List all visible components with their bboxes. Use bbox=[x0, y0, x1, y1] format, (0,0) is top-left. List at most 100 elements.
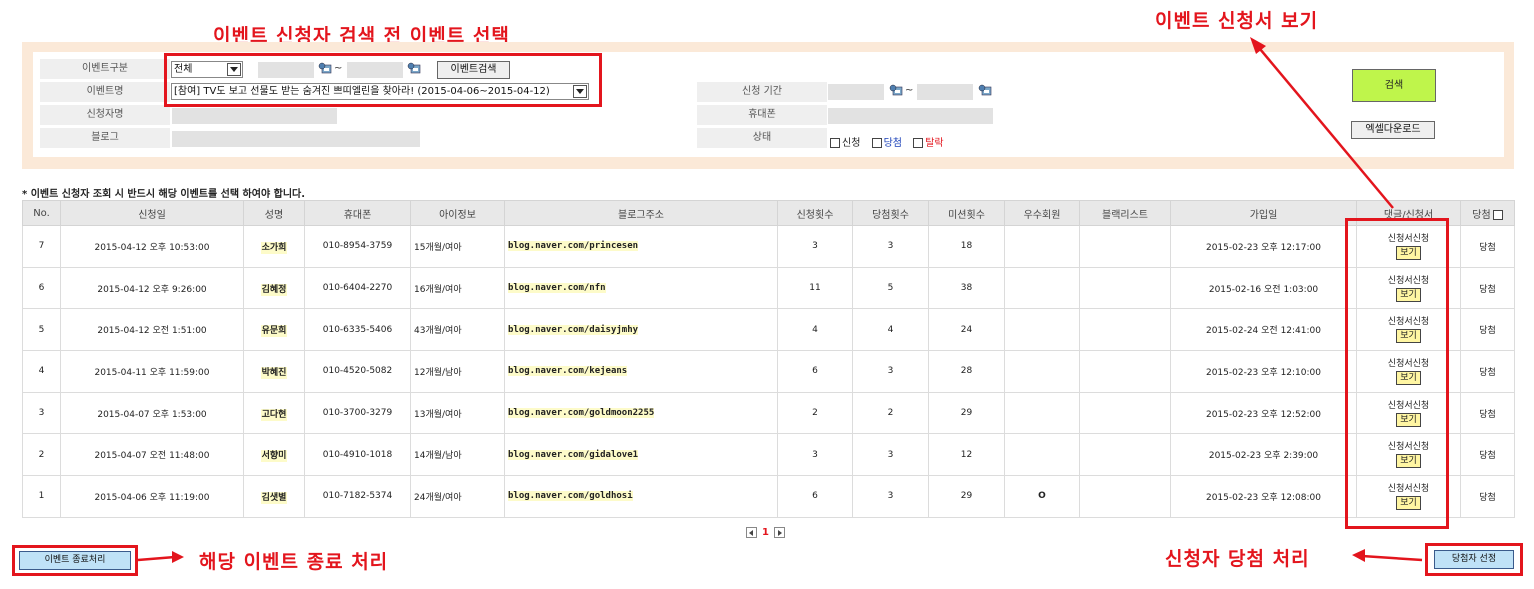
cell-no: 3 bbox=[22, 391, 61, 435]
col-header-phone: 휴대폰 bbox=[304, 200, 411, 226]
cell-blacklist bbox=[1079, 308, 1171, 352]
calendar-icon[interactable] bbox=[889, 84, 903, 96]
status-fail-text: 탈락 bbox=[925, 138, 944, 149]
applicant-name[interactable]: 김혜정 bbox=[260, 283, 288, 296]
table-header-row: No. 신청일 성명 휴대폰 아이정보 블로그주소 신청횟수 당첨횟수 미션횟수… bbox=[22, 200, 1515, 226]
cell-blog[interactable]: blog.naver.com/daisyjmhy bbox=[504, 308, 778, 352]
table-row: 3 2015-04-07 오후 1:53:00 고다현 010-3700-327… bbox=[22, 391, 1515, 435]
blog-link[interactable]: blog.naver.com/goldhosi bbox=[508, 491, 633, 502]
select-all-winner-checkbox[interactable] bbox=[1492, 209, 1503, 220]
phone-input[interactable] bbox=[828, 108, 993, 124]
cell-vip bbox=[1004, 266, 1080, 310]
cell-blog[interactable]: blog.naver.com/princesen bbox=[504, 225, 778, 268]
table-row: 5 2015-04-12 오전 1:51:00 유문희 010-6335-540… bbox=[22, 308, 1515, 352]
cell-child: 15개월/여아 bbox=[410, 225, 505, 268]
applicant-name[interactable]: 유문희 bbox=[260, 325, 288, 338]
status-apply-text: 신청 bbox=[842, 138, 861, 149]
cell-mission-count: 12 bbox=[928, 433, 1005, 477]
annotation-box-event-select bbox=[164, 53, 602, 107]
cell-blog[interactable]: blog.naver.com/gidalove1 bbox=[504, 433, 778, 477]
cell-phone: 010-4910-1018 bbox=[304, 433, 411, 477]
status-option-apply[interactable]: 신청 bbox=[830, 138, 860, 149]
cell-blacklist bbox=[1079, 433, 1171, 477]
applicant-name-input[interactable] bbox=[172, 108, 337, 124]
cell-vip bbox=[1004, 308, 1080, 352]
blog-link[interactable]: blog.naver.com/princesen bbox=[508, 241, 639, 252]
cell-name[interactable]: 서향미 bbox=[243, 433, 305, 477]
cell-no: 7 bbox=[22, 225, 61, 268]
cell-vip bbox=[1004, 350, 1080, 393]
arrow-to-select-winner bbox=[1352, 549, 1423, 562]
col-header-apply-count: 신청횟수 bbox=[777, 200, 853, 226]
cell-name[interactable]: 소가희 bbox=[243, 225, 305, 268]
prev-page-icon[interactable] bbox=[746, 527, 757, 538]
status-win-checkbox[interactable] bbox=[871, 138, 882, 148]
phone-label: 휴대폰 bbox=[697, 105, 827, 125]
cell-blog[interactable]: blog.naver.com/kejeans bbox=[504, 350, 778, 393]
search-button[interactable]: 검색 bbox=[1352, 69, 1436, 102]
cell-blog[interactable]: blog.naver.com/nfn bbox=[504, 266, 778, 310]
status-label: 상태 bbox=[697, 128, 827, 148]
next-page-icon[interactable] bbox=[773, 527, 785, 538]
blog-link[interactable]: blog.naver.com/goldmoon2255 bbox=[508, 408, 655, 419]
cell-win-count: 3 bbox=[852, 475, 929, 518]
applicant-name[interactable]: 소가희 bbox=[260, 241, 288, 254]
blog-link[interactable]: blog.naver.com/gidalove1 bbox=[508, 449, 639, 460]
cell-date: 2015-04-06 오후 11:19:00 bbox=[60, 475, 244, 518]
cell-name[interactable]: 김샛별 bbox=[243, 475, 305, 518]
select-winner-button[interactable]: 당첨자 선정 bbox=[1434, 550, 1514, 569]
page-number-current[interactable]: 1 bbox=[762, 527, 769, 538]
cell-blog[interactable]: blog.naver.com/goldmoon2255 bbox=[504, 391, 778, 435]
cell-blacklist bbox=[1079, 225, 1171, 268]
status-fail-checkbox[interactable] bbox=[913, 138, 924, 148]
apply-date-start-input[interactable] bbox=[828, 84, 884, 100]
cell-name[interactable]: 유문희 bbox=[243, 308, 305, 352]
event-name-label: 이벤트명 bbox=[40, 82, 170, 102]
cell-child: 16개월/여아 bbox=[410, 266, 505, 310]
status-option-win[interactable]: 당첨 bbox=[871, 138, 902, 149]
cell-date: 2015-04-12 오후 10:53:00 bbox=[60, 225, 244, 268]
cell-join-date: 2015-02-23 오후 12:08:00 bbox=[1170, 475, 1357, 518]
applicant-name[interactable]: 고다현 bbox=[260, 408, 288, 421]
blog-link[interactable]: blog.naver.com/nfn bbox=[508, 283, 606, 294]
cell-blog[interactable]: blog.naver.com/goldhosi bbox=[504, 475, 778, 518]
col-header-winner: 당첨 bbox=[1460, 200, 1515, 226]
cell-name[interactable]: 고다현 bbox=[243, 391, 305, 435]
notice-text: * 이벤트 신청자 조회 시 반드시 해당 이벤트를 선택 하여야 합니다. bbox=[22, 189, 306, 200]
cell-apply-count: 11 bbox=[777, 266, 853, 310]
cell-mission-count: 18 bbox=[928, 225, 1005, 268]
cell-name[interactable]: 박혜진 bbox=[243, 350, 305, 393]
status-apply-checkbox[interactable] bbox=[830, 138, 840, 148]
cell-date: 2015-04-07 오후 1:53:00 bbox=[60, 391, 244, 435]
cell-apply-count: 2 bbox=[777, 391, 853, 435]
cell-result: 당첨 bbox=[1460, 225, 1515, 268]
cell-join-date: 2015-02-24 오전 12:41:00 bbox=[1170, 308, 1357, 352]
cell-vip bbox=[1004, 225, 1080, 268]
end-event-button[interactable]: 이벤트 종료처리 bbox=[19, 551, 131, 570]
cell-name[interactable]: 김혜정 bbox=[243, 266, 305, 310]
blog-link[interactable]: blog.naver.com/daisyjmhy bbox=[508, 324, 639, 335]
table-row: 6 2015-04-12 오후 9:26:00 김혜정 010-6404-227… bbox=[22, 266, 1515, 310]
cell-blacklist bbox=[1079, 266, 1171, 310]
col-header-join-date: 가입일 bbox=[1170, 200, 1357, 226]
cell-join-date: 2015-02-23 오후 2:39:00 bbox=[1170, 433, 1357, 477]
col-header-name: 성명 bbox=[243, 200, 305, 226]
cell-date: 2015-04-11 오후 11:59:00 bbox=[60, 350, 244, 393]
col-header-date: 신청일 bbox=[60, 200, 244, 226]
cell-result: 당첨 bbox=[1460, 308, 1515, 352]
applicant-table: No. 신청일 성명 휴대폰 아이정보 블로그주소 신청횟수 당첨횟수 미션횟수… bbox=[22, 200, 1515, 518]
cell-phone: 010-7182-5374 bbox=[304, 475, 411, 518]
blog-input[interactable] bbox=[172, 131, 420, 147]
blog-link[interactable]: blog.naver.com/kejeans bbox=[508, 366, 628, 377]
col-header-child: 아이정보 bbox=[410, 200, 505, 226]
apply-date-end-input[interactable] bbox=[917, 84, 973, 100]
cell-result: 당첨 bbox=[1460, 475, 1515, 518]
cell-result: 당첨 bbox=[1460, 350, 1515, 393]
applicant-name[interactable]: 박혜진 bbox=[260, 366, 288, 379]
table-row: 1 2015-04-06 오후 11:19:00 김샛별 010-7182-53… bbox=[22, 475, 1515, 518]
applicant-name[interactable]: 김샛별 bbox=[260, 491, 288, 504]
calendar-icon[interactable] bbox=[978, 84, 992, 96]
applicant-name[interactable]: 서향미 bbox=[260, 450, 288, 463]
excel-download-button[interactable]: 엑셀다운로드 bbox=[1351, 121, 1435, 139]
status-option-fail[interactable]: 탈락 bbox=[913, 138, 944, 149]
